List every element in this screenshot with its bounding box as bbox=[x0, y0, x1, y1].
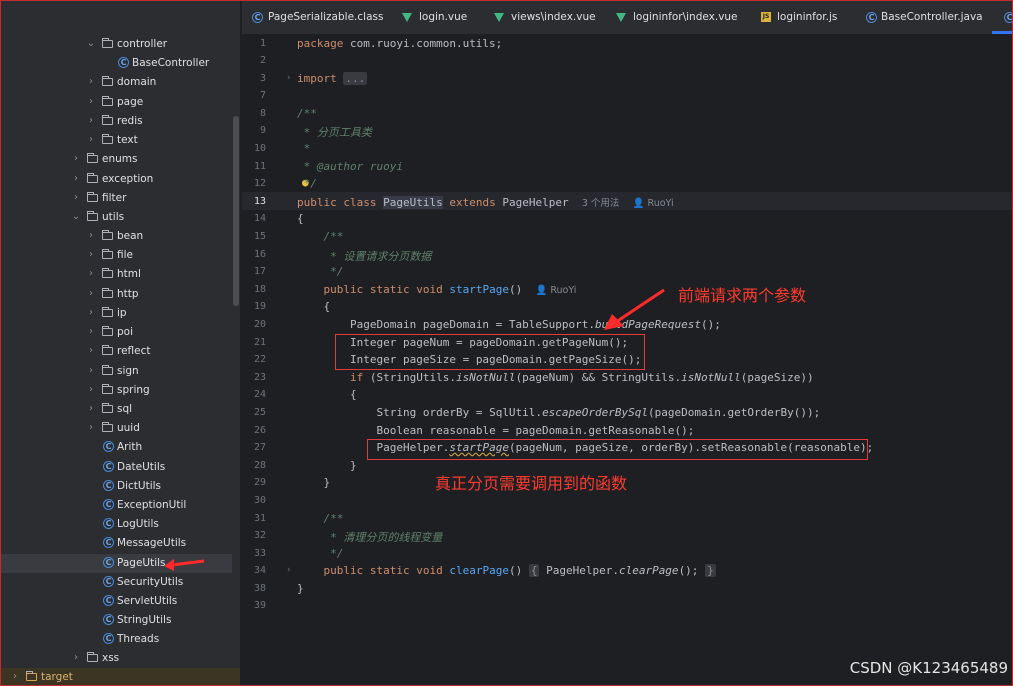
screenshot-border bbox=[0, 0, 1013, 686]
